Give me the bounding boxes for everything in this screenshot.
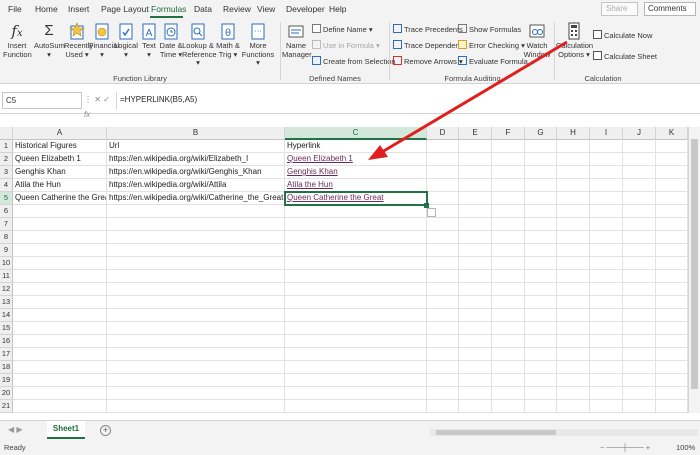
sheet-tab-bar: ◀ ▶ Sheet1 + — [0, 420, 700, 442]
sheet-nav-arrows[interactable]: ◀ ▶ — [8, 425, 23, 434]
horizontal-scroll-thumb[interactable] — [436, 430, 556, 435]
add-sheet-button[interactable]: + — [100, 425, 111, 436]
annotation-arrow — [368, 40, 568, 160]
horizontal-scrollbar[interactable] — [430, 429, 698, 436]
zoom-slider[interactable]: − ───┼─── + — [600, 442, 650, 454]
sheet-tab-sheet1[interactable]: Sheet1 — [47, 421, 85, 439]
status-bar: Ready − ───┼─── + 100% — [0, 442, 700, 455]
zoom-level[interactable]: 100% — [676, 442, 695, 454]
status-ready: Ready — [4, 443, 26, 452]
